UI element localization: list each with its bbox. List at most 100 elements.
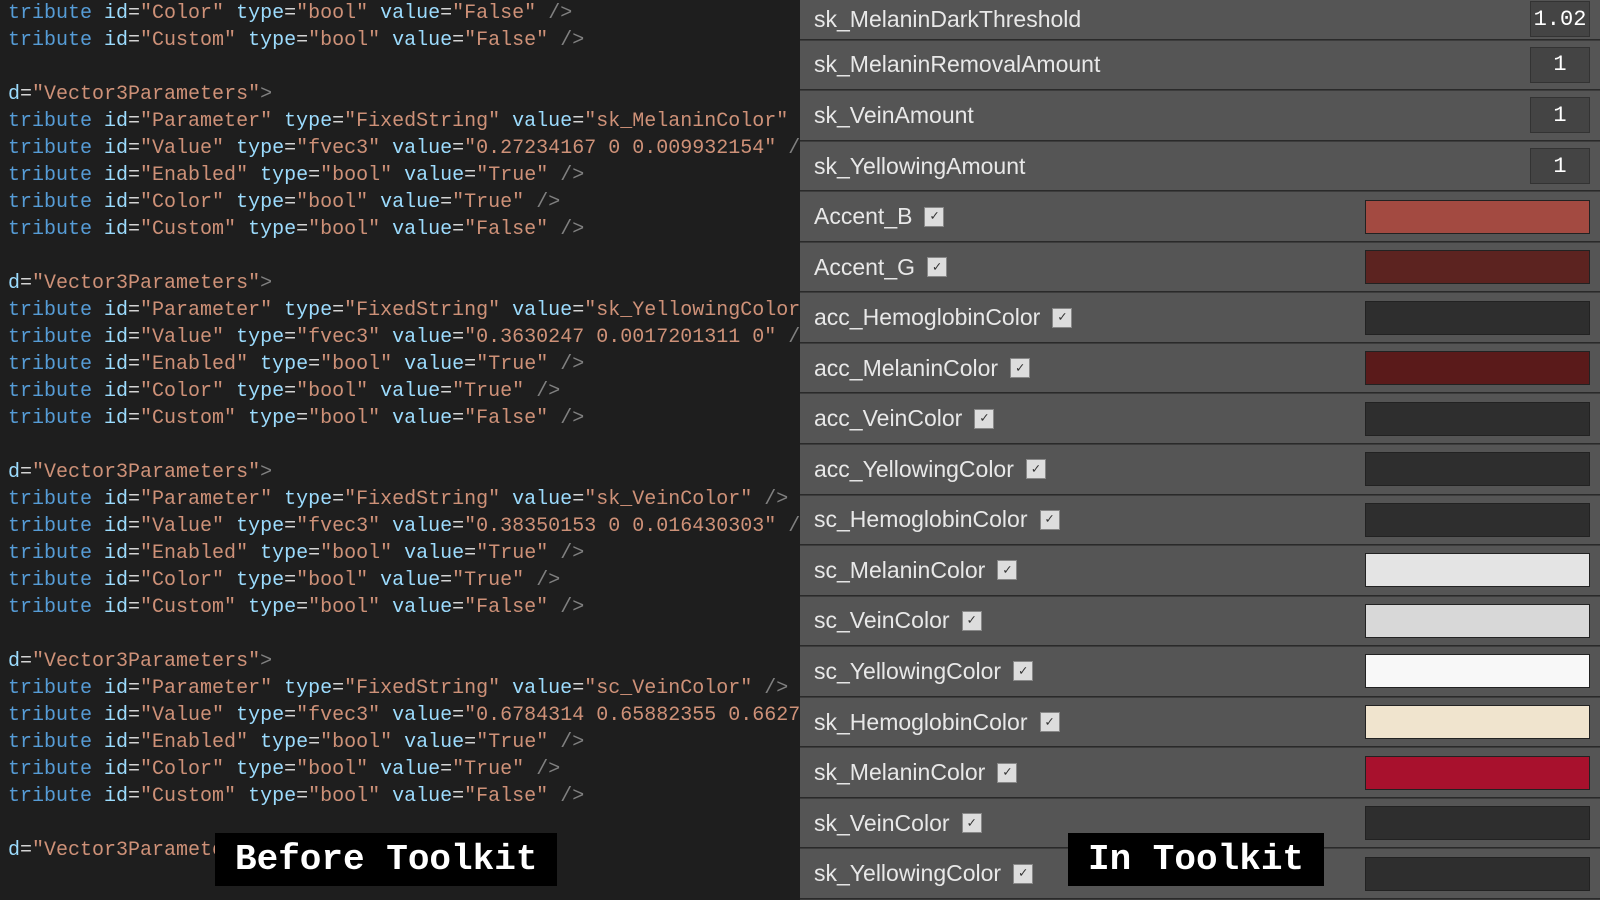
property-row-color: acc_VeinColor ✓ xyxy=(800,394,1600,444)
code-line[interactable]: tribute id="Parameter" type="FixedString… xyxy=(8,108,800,135)
property-label: sk_MelaninRemovalAmount xyxy=(814,51,1100,78)
property-row-color: acc_HemoglobinColor ✓ xyxy=(800,293,1600,343)
property-row-color: sk_MelaninColor ✓ xyxy=(800,748,1600,798)
color-swatch[interactable] xyxy=(1365,756,1590,790)
color-swatch[interactable] xyxy=(1365,503,1590,537)
property-label: Accent_G xyxy=(814,254,915,281)
property-label: sc_VeinColor xyxy=(814,607,950,634)
code-line[interactable]: tribute id="Color" type="bool" value="Fa… xyxy=(8,0,800,27)
property-label: sk_HemoglobinColor xyxy=(814,709,1028,736)
property-label: sc_HemoglobinColor xyxy=(814,506,1028,533)
property-row-numeric: sk_VeinAmount 1 xyxy=(800,91,1600,141)
property-label: acc_VeinColor xyxy=(814,405,962,432)
property-row-color: sc_HemoglobinColor ✓ xyxy=(800,496,1600,546)
xml-code-editor[interactable]: tribute id="Color" type="bool" value="Fa… xyxy=(0,0,800,900)
property-label: sk_VeinColor xyxy=(814,810,950,837)
property-enabled-checkbox[interactable]: ✓ xyxy=(1052,308,1072,328)
property-row-color: sc_MelaninColor ✓ xyxy=(800,546,1600,596)
color-swatch[interactable] xyxy=(1365,553,1590,587)
in-toolkit-label: In Toolkit xyxy=(1068,833,1324,886)
code-line[interactable] xyxy=(8,54,800,81)
property-enabled-checkbox[interactable]: ✓ xyxy=(962,611,982,631)
code-line[interactable]: tribute id="Parameter" type="FixedString… xyxy=(8,297,800,324)
property-enabled-checkbox[interactable]: ✓ xyxy=(1010,358,1030,378)
property-row-numeric: sk_MelaninRemovalAmount 1 xyxy=(800,41,1600,91)
property-row-color: acc_MelaninColor ✓ xyxy=(800,344,1600,394)
property-enabled-checkbox[interactable]: ✓ xyxy=(1013,864,1033,884)
property-row-color: sc_YellowingColor ✓ xyxy=(800,647,1600,697)
property-label: sk_YellowingAmount xyxy=(814,153,1025,180)
code-line[interactable]: tribute id="Custom" type="bool" value="F… xyxy=(8,783,800,810)
color-swatch[interactable] xyxy=(1365,402,1590,436)
color-swatch[interactable] xyxy=(1365,250,1590,284)
property-label: sk_MelaninColor xyxy=(814,759,985,786)
code-line[interactable]: d="Vector3Parameters"> xyxy=(8,648,800,675)
code-line[interactable]: tribute id="Enabled" type="bool" value="… xyxy=(8,540,800,567)
property-row-color: sk_HemoglobinColor ✓ xyxy=(800,698,1600,748)
code-line[interactable]: tribute id="Value" type="fvec3" value="0… xyxy=(8,513,800,540)
property-enabled-checkbox[interactable]: ✓ xyxy=(1040,510,1060,530)
code-line[interactable]: tribute id="Value" type="fvec3" value="0… xyxy=(8,702,800,729)
property-enabled-checkbox[interactable]: ✓ xyxy=(997,560,1017,580)
property-row-color: acc_YellowingColor ✓ xyxy=(800,445,1600,495)
code-line[interactable]: tribute id="Enabled" type="bool" value="… xyxy=(8,162,800,189)
before-toolkit-label: Before Toolkit xyxy=(215,833,557,886)
property-label: sc_YellowingColor xyxy=(814,658,1001,685)
property-label: sk_VeinAmount xyxy=(814,102,974,129)
property-label: sc_MelaninColor xyxy=(814,557,985,584)
code-line[interactable]: tribute id="Value" type="fvec3" value="0… xyxy=(8,324,800,351)
code-line[interactable] xyxy=(8,243,800,270)
property-enabled-checkbox[interactable]: ✓ xyxy=(1013,661,1033,681)
code-line[interactable]: tribute id="Color" type="bool" value="Tr… xyxy=(8,567,800,594)
property-enabled-checkbox[interactable]: ✓ xyxy=(1040,712,1060,732)
code-line[interactable]: d="Vector3Parameters"> xyxy=(8,459,800,486)
code-line[interactable] xyxy=(8,621,800,648)
property-label: sk_YellowingColor xyxy=(814,860,1001,887)
property-label: Accent_B xyxy=(814,203,912,230)
property-row-color: sc_VeinColor ✓ xyxy=(800,597,1600,647)
property-enabled-checkbox[interactable]: ✓ xyxy=(997,763,1017,783)
color-swatch[interactable] xyxy=(1365,705,1590,739)
property-enabled-checkbox[interactable]: ✓ xyxy=(924,207,944,227)
color-swatch[interactable] xyxy=(1365,301,1590,335)
code-line[interactable]: tribute id="Enabled" type="bool" value="… xyxy=(8,351,800,378)
property-enabled-checkbox[interactable]: ✓ xyxy=(962,813,982,833)
code-line[interactable] xyxy=(8,432,800,459)
color-swatch[interactable] xyxy=(1365,351,1590,385)
property-label: acc_MelaninColor xyxy=(814,355,998,382)
property-enabled-checkbox[interactable]: ✓ xyxy=(974,409,994,429)
code-line[interactable]: d="Vector3Parameters"> xyxy=(8,81,800,108)
color-swatch[interactable] xyxy=(1365,857,1590,891)
property-enabled-checkbox[interactable]: ✓ xyxy=(927,257,947,277)
code-line[interactable]: tribute id="Color" type="bool" value="Tr… xyxy=(8,756,800,783)
property-row-numeric: sk_YellowingAmount 1 xyxy=(800,142,1600,192)
property-inspector: sk_MelaninDarkThreshold 1.02 sk_MelaninRem… xyxy=(800,0,1600,900)
property-label: acc_HemoglobinColor xyxy=(814,304,1040,331)
property-value-input[interactable]: 1 xyxy=(1530,97,1590,133)
property-value-input[interactable]: 1.02 xyxy=(1530,1,1590,37)
property-value-input[interactable]: 1 xyxy=(1530,148,1590,184)
property-row-color: Accent_B ✓ xyxy=(800,192,1600,242)
color-swatch[interactable] xyxy=(1365,200,1590,234)
code-line[interactable]: tribute id="Custom" type="bool" value="F… xyxy=(8,405,800,432)
property-enabled-checkbox[interactable]: ✓ xyxy=(1026,459,1046,479)
code-line[interactable]: tribute id="Color" type="bool" value="Tr… xyxy=(8,378,800,405)
code-line[interactable]: tribute id="Parameter" type="FixedString… xyxy=(8,675,800,702)
code-line[interactable]: tribute id="Parameter" type="FixedString… xyxy=(8,486,800,513)
color-swatch[interactable] xyxy=(1365,452,1590,486)
color-swatch[interactable] xyxy=(1365,604,1590,638)
code-line[interactable]: tribute id="Custom" type="bool" value="F… xyxy=(8,216,800,243)
color-swatch[interactable] xyxy=(1365,654,1590,688)
code-line[interactable]: tribute id="Custom" type="bool" value="F… xyxy=(8,594,800,621)
code-line[interactable]: d="Vector3Parameters"> xyxy=(8,270,800,297)
code-line[interactable]: tribute id="Custom" type="bool" value="F… xyxy=(8,27,800,54)
code-line[interactable]: tribute id="Enabled" type="bool" value="… xyxy=(8,729,800,756)
property-label: sk_MelaninDarkThreshold xyxy=(814,6,1081,33)
property-row-color: Accent_G ✓ xyxy=(800,243,1600,293)
code-line[interactable]: tribute id="Color" type="bool" value="Tr… xyxy=(8,189,800,216)
property-label: acc_YellowingColor xyxy=(814,456,1014,483)
code-line[interactable]: tribute id="Value" type="fvec3" value="0… xyxy=(8,135,800,162)
property-value-input[interactable]: 1 xyxy=(1530,47,1590,83)
color-swatch[interactable] xyxy=(1365,806,1590,840)
property-row-numeric: sk_MelaninDarkThreshold 1.02 xyxy=(800,0,1600,40)
